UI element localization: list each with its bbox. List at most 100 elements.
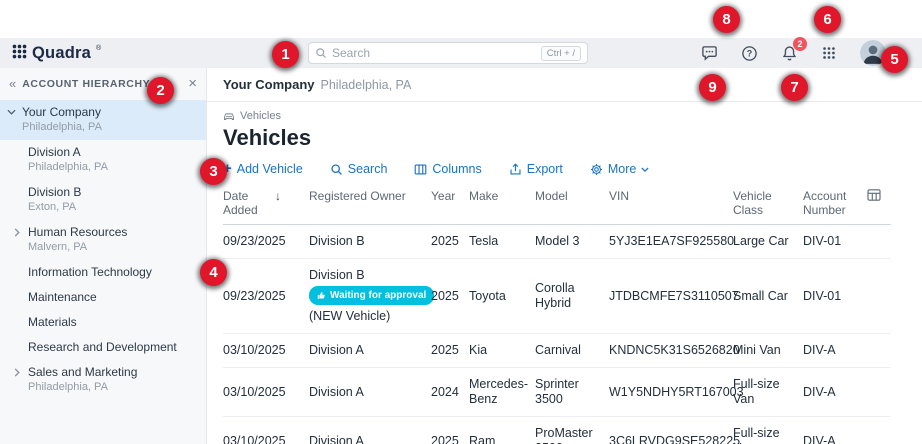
- notifications-bell-icon[interactable]: 2: [781, 45, 798, 62]
- sidebar-item-sales-and-marketing[interactable]: Sales and Marketing Philadelphia, PA: [0, 360, 206, 400]
- columns-button[interactable]: Columns: [414, 162, 481, 176]
- col-header-date-added[interactable]: Date Added ↓: [223, 185, 309, 225]
- owner-name: Division B: [309, 268, 423, 283]
- chevron-down-icon: [641, 167, 649, 172]
- apps-grid-icon[interactable]: [821, 45, 837, 61]
- chevron-right-icon[interactable]: [14, 228, 20, 237]
- notification-count-badge: 2: [793, 37, 807, 51]
- cell-vin: 5YJ3E1EA7SF925580: [609, 225, 733, 259]
- svg-text:?: ?: [747, 48, 752, 58]
- cell-account-number: DIV-A: [803, 334, 867, 368]
- chevron-right-icon[interactable]: [14, 368, 20, 377]
- table-row[interactable]: 09/23/2025 Division B Waiting for approv…: [223, 259, 891, 334]
- cell-model: Model 3: [535, 225, 609, 259]
- col-header-table-settings[interactable]: [867, 185, 891, 225]
- company-location: Philadelphia, PA: [321, 78, 412, 92]
- page-title: Vehicles: [223, 125, 906, 151]
- cell-owner: Division A: [309, 368, 431, 417]
- company-context-header: Your Company Philadelphia, PA: [207, 68, 922, 102]
- cell-vin: JTDBCMFE7S3110507: [609, 259, 733, 334]
- sidebar-item-division-b[interactable]: Division B Exton, PA: [0, 180, 206, 220]
- more-button[interactable]: More: [590, 162, 649, 176]
- global-search[interactable]: Ctrl + /: [308, 42, 588, 64]
- cell-model: ProMaster 2500: [535, 417, 609, 444]
- annotation-callout-8: 8: [713, 6, 740, 33]
- cell-date: 03/10/2025: [223, 417, 309, 444]
- col-header-vin[interactable]: VIN: [609, 185, 733, 225]
- add-vehicle-button[interactable]: + Add Vehicle: [223, 162, 303, 176]
- feedback-chat-icon[interactable]: [701, 45, 718, 62]
- table-row[interactable]: 09/23/2025 Division B 2025 Tesla Model 3…: [223, 225, 891, 259]
- columns-icon: [414, 163, 427, 176]
- item-label: Research and Development: [28, 340, 198, 354]
- cell-extra: [867, 334, 891, 368]
- item-label: Your Company: [22, 105, 198, 119]
- more-label: More: [608, 162, 636, 176]
- collapse-sidebar-icon[interactable]: «: [9, 79, 16, 89]
- cell-vehicle-class: Large Car: [733, 225, 803, 259]
- sidebar-header: « ACCOUNT HIERARCHY ×: [0, 68, 206, 100]
- sidebar-item-division-a[interactable]: Division A Philadelphia, PA: [0, 140, 206, 180]
- add-vehicle-label: Add Vehicle: [237, 162, 303, 176]
- table-row[interactable]: 03/10/2025 Division A 2025 Kia Carnival …: [223, 334, 891, 368]
- col-header-model[interactable]: Model: [535, 185, 609, 225]
- cell-make: Mercedes-Benz: [469, 368, 535, 417]
- annotation-callout-7: 7: [781, 74, 808, 101]
- cell-year: 2025: [431, 259, 469, 334]
- close-sidebar-icon[interactable]: ×: [188, 78, 197, 90]
- cell-owner: Division A: [309, 334, 431, 368]
- col-header-registered-owner[interactable]: Registered Owner: [309, 185, 431, 225]
- cell-owner: Division B: [309, 225, 431, 259]
- item-sublabel: Philadelphia, PA: [22, 121, 198, 134]
- breadcrumb-label: Vehicles: [240, 110, 281, 122]
- cell-vehicle-class: Full-size Van: [733, 368, 803, 417]
- col-label: Date Added: [223, 189, 269, 217]
- columns-label: Columns: [432, 162, 481, 176]
- sidebar-item-research-and-development[interactable]: Research and Development: [0, 335, 206, 360]
- chevron-down-icon[interactable]: [7, 109, 16, 115]
- table-search-button[interactable]: Search: [330, 162, 388, 176]
- item-sublabel: Philadelphia, PA: [28, 381, 198, 394]
- cell-make: Kia: [469, 334, 535, 368]
- quadra-logo[interactable]: Quadra ®: [12, 44, 101, 62]
- search-icon: [315, 47, 327, 59]
- cell-vin: 3C6LRVDG9SE528225: [609, 417, 733, 444]
- sidebar-item-human-resources[interactable]: Human Resources Malvern, PA: [0, 220, 206, 260]
- item-sublabel: Exton, PA: [28, 201, 198, 214]
- search-input[interactable]: [332, 46, 541, 60]
- cell-vin: KNDNC5K31S6526820: [609, 334, 733, 368]
- breadcrumb[interactable]: Vehicles: [223, 110, 906, 122]
- cell-date: 09/23/2025: [223, 225, 309, 259]
- badge-label: Waiting for approval: [330, 288, 426, 303]
- cell-year: 2024: [431, 368, 469, 417]
- sidebar-item-information-technology[interactable]: Information Technology: [0, 260, 206, 285]
- topbar-icon-group: ? 2: [701, 40, 886, 66]
- cell-model: Corolla Hybrid: [535, 259, 609, 334]
- cell-account-number: DIV-A: [803, 368, 867, 417]
- table-settings-icon: [867, 189, 881, 201]
- export-button[interactable]: Export: [509, 162, 563, 176]
- cell-model: Sprinter 3500: [535, 368, 609, 417]
- sidebar-item-maintenance[interactable]: Maintenance: [0, 285, 206, 310]
- cell-account-number: DIV-01: [803, 225, 867, 259]
- annotation-callout-1: 1: [272, 41, 299, 68]
- cell-account-number: DIV-01: [803, 259, 867, 334]
- annotation-callout-5: 5: [881, 46, 908, 73]
- search-shortcut-hint: Ctrl + /: [541, 46, 581, 61]
- sort-descending-icon[interactable]: ↓: [275, 189, 281, 217]
- sidebar-item-your-company[interactable]: Your Company Philadelphia, PA: [0, 100, 206, 140]
- col-header-account-number[interactable]: Account Number: [803, 185, 867, 225]
- vehicles-table: Date Added ↓ Registered Owner Year Make …: [223, 185, 891, 444]
- search-icon: [330, 163, 343, 176]
- sidebar-item-materials[interactable]: Materials: [0, 310, 206, 335]
- col-header-year[interactable]: Year: [431, 185, 469, 225]
- help-icon[interactable]: ?: [741, 45, 758, 62]
- col-header-vehicle-class[interactable]: Vehicle Class: [733, 185, 803, 225]
- item-label: Division B: [28, 185, 198, 199]
- cell-owner: Division A: [309, 417, 431, 444]
- export-icon: [509, 163, 522, 176]
- table-row[interactable]: 03/10/2025 Division A 2024 Mercedes-Benz…: [223, 368, 891, 417]
- table-row[interactable]: 03/10/2025 Division A 2025 Ram ProMaster…: [223, 417, 891, 444]
- col-header-make[interactable]: Make: [469, 185, 535, 225]
- search-label: Search: [348, 162, 388, 176]
